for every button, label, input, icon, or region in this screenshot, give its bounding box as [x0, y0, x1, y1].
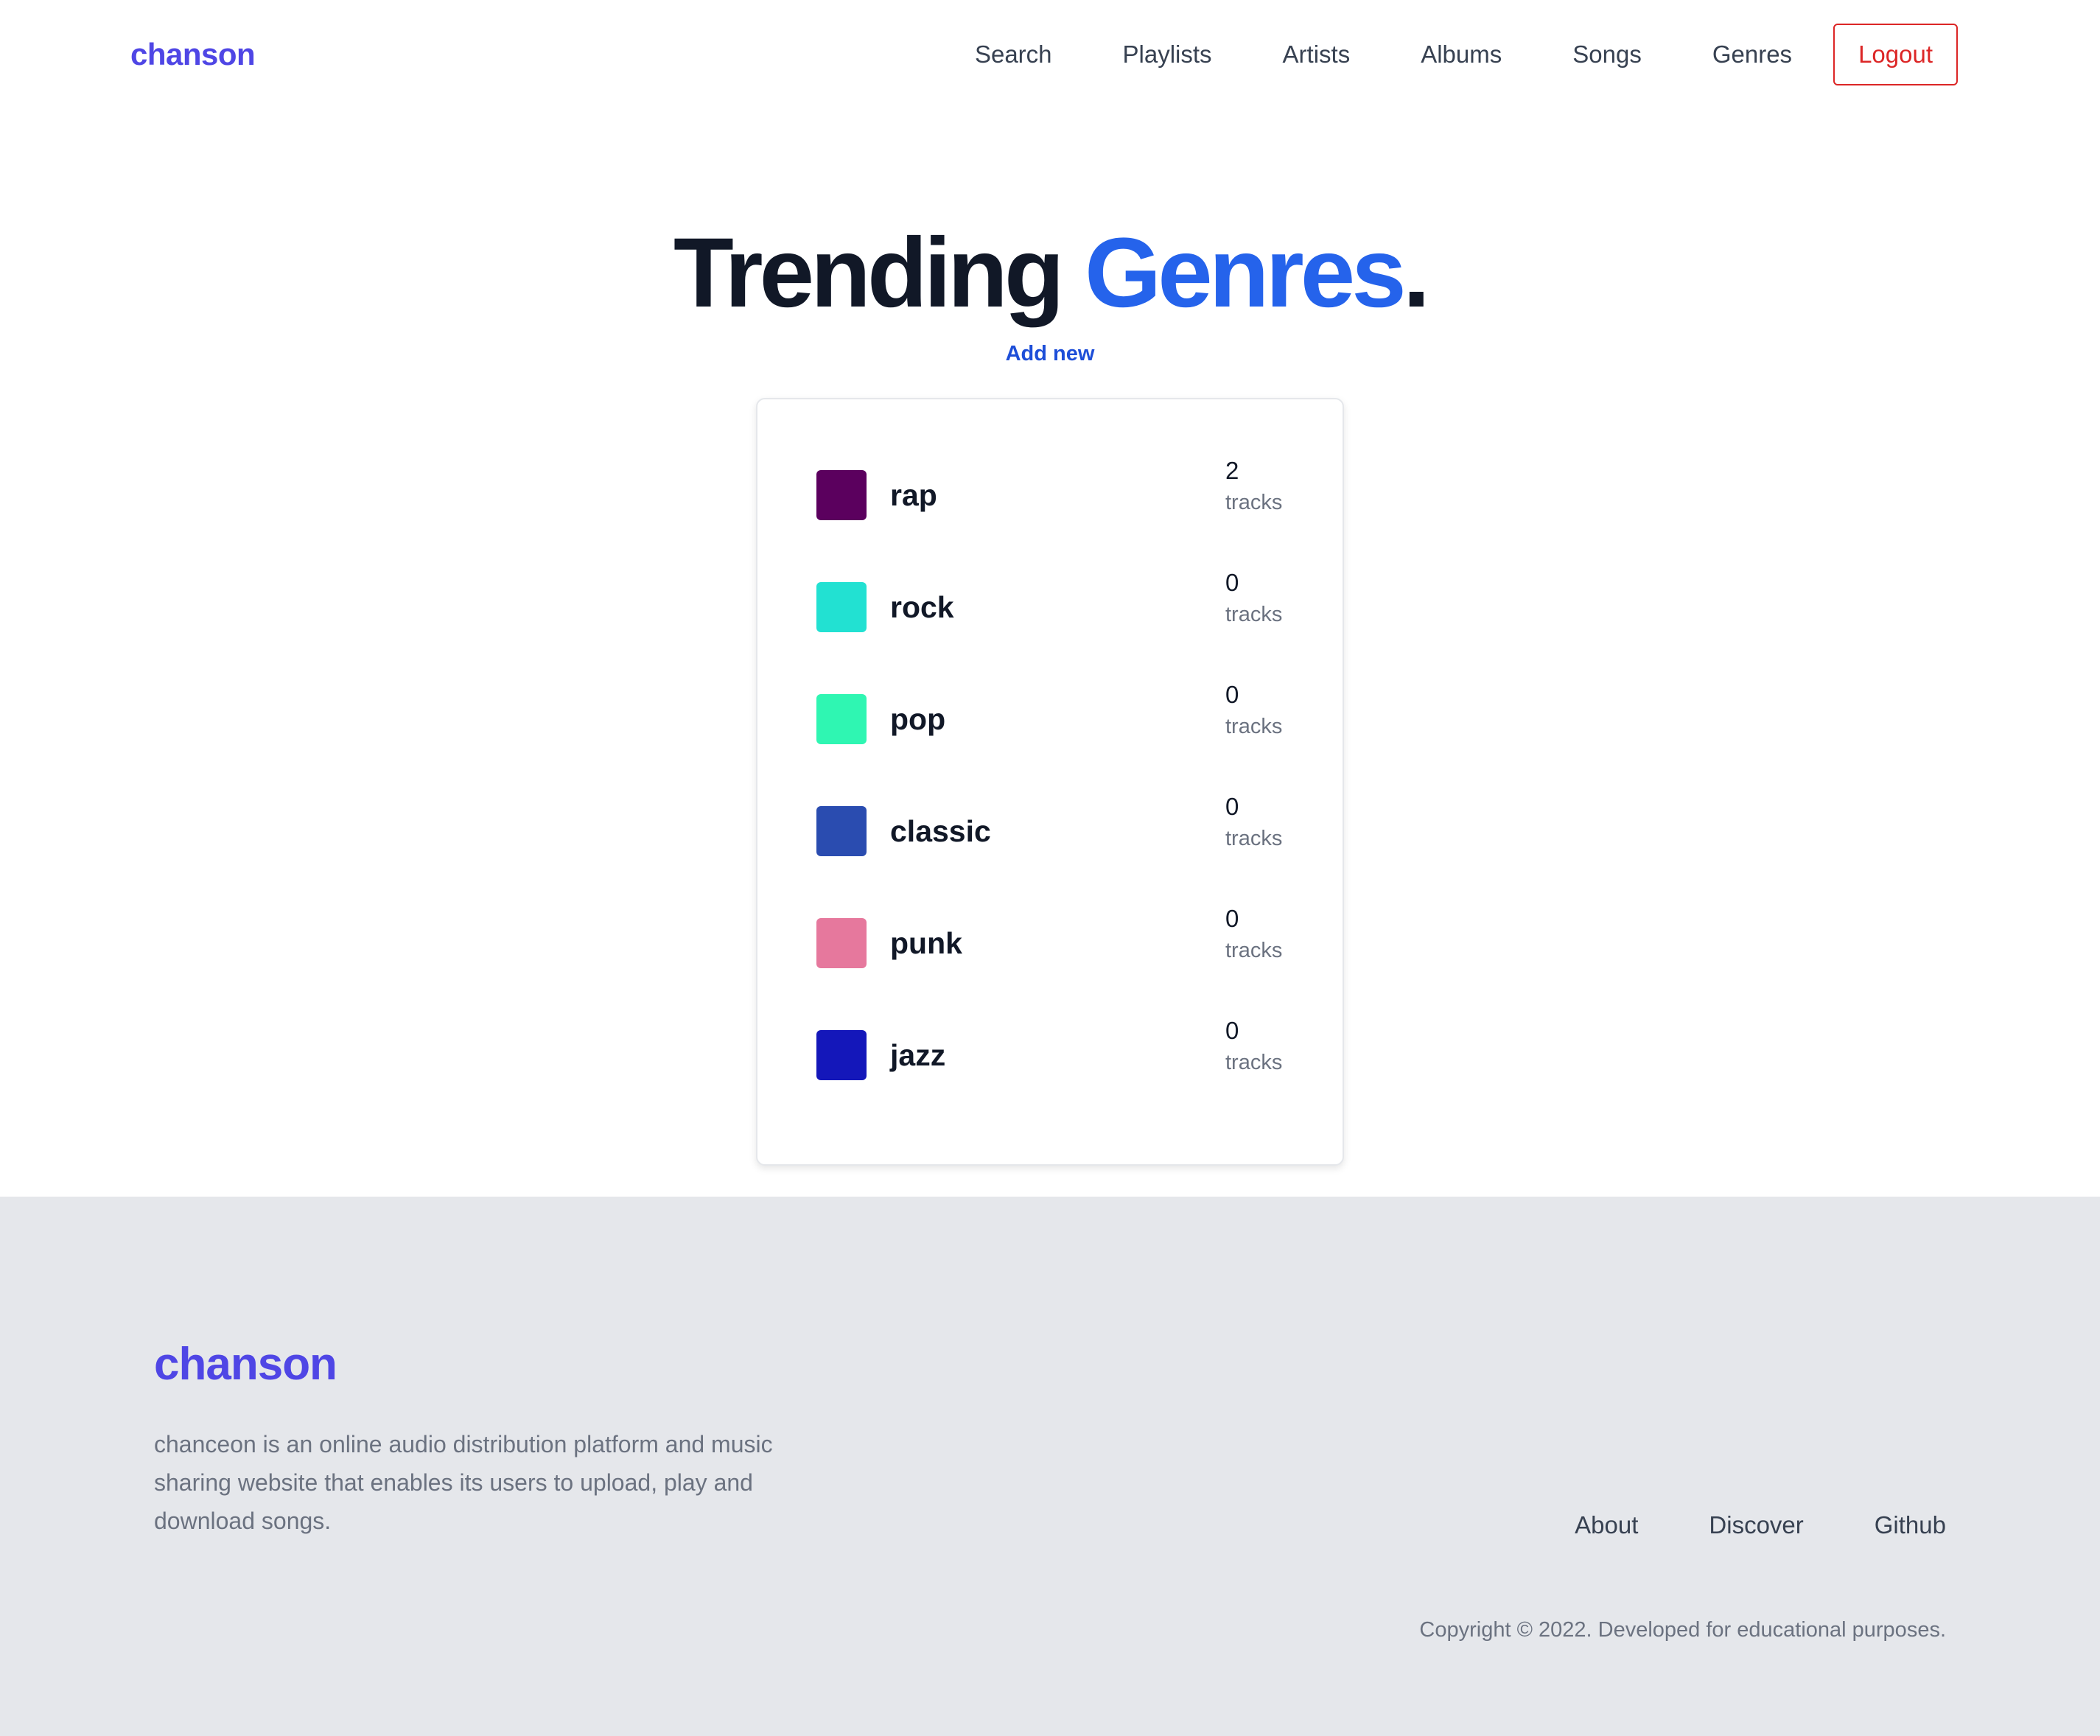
nav-link-albums[interactable]: Albums — [1421, 24, 1502, 85]
genre-item[interactable]: rap 2 tracks — [757, 448, 1343, 560]
nav-link-songs[interactable]: Songs — [1572, 24, 1642, 85]
genre-item[interactable]: jazz 0 tracks — [757, 1008, 1343, 1120]
page: chanson Search Playlists Artists Albums … — [0, 0, 2100, 1736]
genre-name: punk — [890, 926, 962, 960]
genre-item[interactable]: pop 0 tracks — [757, 672, 1343, 784]
footer-nav: About Discover Github — [1575, 1506, 1946, 1544]
genre-track-unit: tracks — [1225, 939, 1283, 962]
nav-link-search[interactable]: Search — [975, 24, 1052, 85]
genre-color-swatch — [816, 582, 867, 632]
footer-link-github[interactable]: Github — [1875, 1506, 1946, 1544]
genre-track-count: 0 — [1225, 793, 1239, 820]
page-title-accent: Genres — [1084, 218, 1407, 328]
add-new-link[interactable]: Add new — [1006, 342, 1095, 365]
footer-link-about[interactable]: About — [1575, 1506, 1638, 1544]
genre-color-swatch — [816, 694, 867, 744]
genre-item[interactable]: punk 0 tracks — [757, 896, 1343, 1008]
page-title: Trending Genres. — [0, 218, 2100, 329]
genre-name: jazz — [890, 1038, 946, 1072]
genre-track-count: 2 — [1225, 457, 1239, 484]
logout-button[interactable]: Logout — [1833, 24, 1958, 85]
page-title-main: Trending — [673, 218, 1085, 328]
genre-color-swatch — [816, 1030, 867, 1080]
genre-name: classic — [890, 814, 991, 848]
genre-color-swatch — [816, 918, 867, 968]
genre-track-count: 0 — [1225, 1017, 1239, 1044]
genre-list-card: rap 2 tracks rock 0 tracks pop 0 tracks … — [756, 398, 1344, 1166]
genre-track-unit: tracks — [1225, 827, 1283, 850]
page-title-period: . — [1402, 218, 1430, 328]
genre-track-unit: tracks — [1225, 1051, 1283, 1074]
genre-track-count: 0 — [1225, 905, 1239, 932]
copyright-text: Copyright © 2022. Developed for educatio… — [1419, 1618, 1946, 1642]
genre-item[interactable]: classic 0 tracks — [757, 784, 1343, 896]
genre-name: pop — [890, 702, 946, 736]
brand-logo[interactable]: chanson — [130, 34, 256, 75]
genre-name: rap — [890, 478, 937, 512]
genre-color-swatch — [816, 806, 867, 856]
footer-link-discover[interactable]: Discover — [1709, 1506, 1803, 1544]
genre-item[interactable]: rock 0 tracks — [757, 560, 1343, 672]
genre-name: rock — [890, 590, 954, 624]
nav-link-genres[interactable]: Genres — [1712, 24, 1792, 85]
genre-track-unit: tracks — [1225, 603, 1283, 626]
footer-brand-logo[interactable]: chanson — [154, 1335, 337, 1394]
nav-link-playlists[interactable]: Playlists — [1123, 24, 1212, 85]
footer: chanson chanceon is an online audio dist… — [0, 1197, 2100, 1736]
top-navbar: chanson Search Playlists Artists Albums … — [0, 0, 2100, 109]
genre-track-unit: tracks — [1225, 491, 1283, 514]
genre-color-swatch — [816, 470, 867, 520]
main-nav: Search Playlists Artists Albums Songs Ge… — [975, 24, 1958, 85]
footer-description: chanceon is an online audio distribution… — [154, 1431, 773, 1534]
genre-track-unit: tracks — [1225, 715, 1283, 738]
genre-track-count: 0 — [1225, 569, 1239, 596]
genre-track-count: 0 — [1225, 681, 1239, 708]
add-new-row: Add new — [0, 337, 2100, 370]
nav-link-artists[interactable]: Artists — [1283, 24, 1351, 85]
